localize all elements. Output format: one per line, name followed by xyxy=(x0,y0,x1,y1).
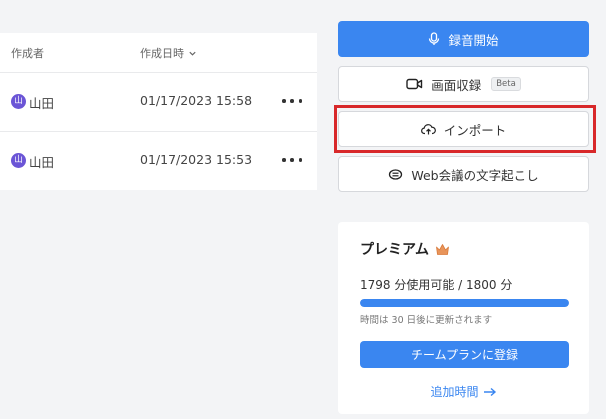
column-header-created-label: 作成日時 xyxy=(140,47,184,60)
avatar: 山 xyxy=(11,94,26,109)
more-horizontal-icon[interactable] xyxy=(282,93,302,109)
add-time-link[interactable]: 追加時間 xyxy=(338,383,589,400)
chevron-down-icon[interactable] xyxy=(188,49,197,58)
table-row[interactable]: 山 山田 01/17/2023 15:58 xyxy=(0,72,317,131)
recordings-table: 作成者 作成日時 山 山田 01/17/2023 15:58 山 山田 01/1… xyxy=(0,33,317,190)
screen-record-button[interactable]: 画面収録 Beta xyxy=(338,66,589,102)
row-author: 山田 xyxy=(29,96,55,111)
usage-progress-fill xyxy=(360,299,569,307)
usage-progress-bar xyxy=(360,299,569,307)
table-header: 作成者 作成日時 xyxy=(0,33,317,72)
crown-icon xyxy=(436,243,449,255)
avatar: 山 xyxy=(11,153,26,168)
beta-badge: Beta xyxy=(491,77,521,91)
screen-record-label: 画面収録 xyxy=(431,77,482,93)
premium-title-label: プレミアム xyxy=(360,242,430,258)
video-camera-icon xyxy=(406,78,423,90)
meeting-icon xyxy=(389,168,403,180)
add-time-label: 追加時間 xyxy=(430,385,479,399)
web-meeting-label: Web会議の文字起こし xyxy=(411,167,539,183)
import-button[interactable]: インポート xyxy=(338,111,589,147)
column-header-author: 作成者 xyxy=(11,47,44,60)
row-created-date: 01/17/2023 15:53 xyxy=(140,152,253,167)
microphone-icon xyxy=(429,32,440,45)
usage-text: 1798 分使用可能 / 1800 分 xyxy=(360,278,513,292)
row-author: 山田 xyxy=(29,155,55,170)
table-row[interactable]: 山 山田 01/17/2023 15:53 xyxy=(0,131,317,190)
row-created-date: 01/17/2023 15:58 xyxy=(140,93,253,108)
reset-note: 時間は 30 日後に更新されます xyxy=(360,315,493,326)
web-meeting-transcribe-button[interactable]: Web会議の文字起こし xyxy=(338,156,589,192)
team-plan-signup-button[interactable]: チームプランに登録 xyxy=(360,341,569,368)
cloud-upload-icon xyxy=(420,124,436,135)
arrow-right-icon xyxy=(483,387,496,396)
import-label: インポート xyxy=(443,122,507,138)
more-horizontal-icon[interactable] xyxy=(282,152,302,168)
premium-card: プレミアム 1798 分使用可能 / 1800 分 時間は 30 日後に更新され… xyxy=(338,222,589,414)
start-recording-label: 録音開始 xyxy=(448,32,499,48)
start-recording-button[interactable]: 録音開始 xyxy=(338,21,589,57)
column-header-created[interactable]: 作成日時 xyxy=(140,45,197,61)
premium-title: プレミアム xyxy=(360,239,450,259)
